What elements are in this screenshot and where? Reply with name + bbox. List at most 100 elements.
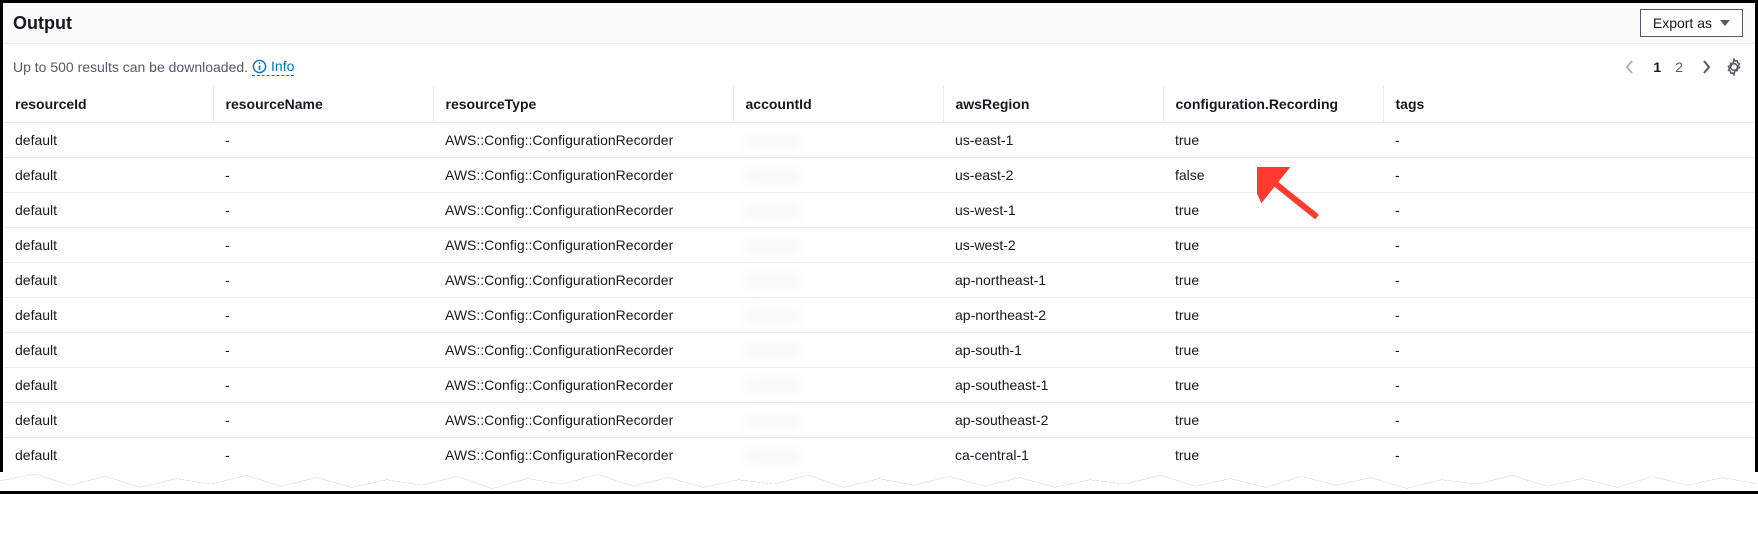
col-resourceName[interactable]: resourceName [213, 86, 433, 123]
cell-resourceId[interactable]: default [3, 368, 213, 403]
cell-resourceId[interactable]: default [3, 263, 213, 298]
col-awsRegion[interactable]: awsRegion [943, 86, 1163, 123]
next-page-button[interactable] [1697, 58, 1715, 76]
col-resourceType[interactable]: resourceType [433, 86, 733, 123]
cell-accountId: ············ [733, 228, 943, 263]
table-row: default-AWS::Config::ConfigurationRecord… [3, 193, 1755, 228]
info-icon [252, 59, 267, 74]
results-table: resourceId resourceName resourceType acc… [3, 86, 1755, 472]
cell-resourceType: AWS::Config::ConfigurationRecorder [433, 298, 733, 333]
chevron-left-icon [1625, 60, 1635, 74]
cell-configurationRecording: true [1163, 123, 1383, 158]
cell-configurationRecording: true [1163, 333, 1383, 368]
cell-resourceName: - [213, 368, 433, 403]
torn-edge [0, 472, 1758, 494]
cell-awsRegion: ap-south-1 [943, 333, 1163, 368]
cell-resourceId[interactable]: default [3, 403, 213, 438]
cell-resourceId[interactable]: default [3, 193, 213, 228]
cell-configurationRecording: true [1163, 438, 1383, 473]
cell-resourceName: - [213, 298, 433, 333]
table-row: default-AWS::Config::ConfigurationRecord… [3, 263, 1755, 298]
col-tags[interactable]: tags [1383, 86, 1755, 123]
cell-accountId: ············ [733, 333, 943, 368]
cell-resourceId[interactable]: default [3, 333, 213, 368]
cell-resourceId[interactable]: default [3, 123, 213, 158]
cell-accountId: ············ [733, 438, 943, 473]
cell-resourceId[interactable]: default [3, 298, 213, 333]
panel-header: Output Export as [3, 3, 1755, 44]
cell-configurationRecording: true [1163, 263, 1383, 298]
page-1[interactable]: 1 [1653, 59, 1661, 75]
chevron-right-icon [1701, 60, 1711, 74]
cell-accountId: ············ [733, 158, 943, 193]
cell-resourceId[interactable]: default [3, 228, 213, 263]
export-as-button[interactable]: Export as [1640, 9, 1743, 37]
cell-tags: - [1383, 158, 1755, 193]
cell-accountId: ············ [733, 298, 943, 333]
cell-accountId: ············ [733, 403, 943, 438]
col-configRecording[interactable]: configuration.Recording [1163, 86, 1383, 123]
cell-configurationRecording: true [1163, 228, 1383, 263]
table-row: default-AWS::Config::ConfigurationRecord… [3, 123, 1755, 158]
table-row: default-AWS::Config::ConfigurationRecord… [3, 403, 1755, 438]
cell-tags: - [1383, 263, 1755, 298]
cell-awsRegion: us-west-1 [943, 193, 1163, 228]
cell-resourceName: - [213, 228, 433, 263]
cell-resourceName: - [213, 123, 433, 158]
subheader-left: Up to 500 results can be downloaded. Inf… [13, 58, 294, 76]
cell-resourceName: - [213, 403, 433, 438]
panel-title: Output [13, 13, 72, 34]
gear-icon [1725, 58, 1743, 76]
table-row: default-AWS::Config::ConfigurationRecord… [3, 333, 1755, 368]
page-2[interactable]: 2 [1675, 59, 1683, 75]
table-row: default-AWS::Config::ConfigurationRecord… [3, 368, 1755, 403]
table-row: default-AWS::Config::ConfigurationRecord… [3, 158, 1755, 193]
subheader-right: 1 2 [1621, 58, 1743, 76]
cell-tags: - [1383, 403, 1755, 438]
cell-tags: - [1383, 228, 1755, 263]
cell-awsRegion: us-east-1 [943, 123, 1163, 158]
output-panel: Output Export as Up to 500 results can b… [0, 0, 1758, 472]
cell-awsRegion: ap-northeast-1 [943, 263, 1163, 298]
cell-configurationRecording: true [1163, 403, 1383, 438]
settings-button[interactable] [1725, 58, 1743, 76]
cell-resourceType: AWS::Config::ConfigurationRecorder [433, 438, 733, 473]
cell-resourceName: - [213, 158, 433, 193]
cell-awsRegion: us-east-2 [943, 158, 1163, 193]
table-row: default-AWS::Config::ConfigurationRecord… [3, 438, 1755, 473]
cell-accountId: ············ [733, 368, 943, 403]
cell-resourceId[interactable]: default [3, 438, 213, 473]
cell-awsRegion: ca-central-1 [943, 438, 1163, 473]
prev-page-button[interactable] [1621, 58, 1639, 76]
cell-resourceId[interactable]: default [3, 158, 213, 193]
subheader: Up to 500 results can be downloaded. Inf… [3, 44, 1755, 86]
table-body: default-AWS::Config::ConfigurationRecord… [3, 123, 1755, 473]
cell-resourceType: AWS::Config::ConfigurationRecorder [433, 403, 733, 438]
download-limit-text: Up to 500 results can be downloaded. [13, 59, 248, 75]
info-link[interactable]: Info [252, 58, 294, 76]
cell-configurationRecording: false [1163, 158, 1383, 193]
cell-tags: - [1383, 298, 1755, 333]
cell-tags: - [1383, 438, 1755, 473]
cell-resourceName: - [213, 263, 433, 298]
table-row: default-AWS::Config::ConfigurationRecord… [3, 228, 1755, 263]
cell-awsRegion: ap-southeast-2 [943, 403, 1163, 438]
cell-tags: - [1383, 333, 1755, 368]
cell-configurationRecording: true [1163, 193, 1383, 228]
col-resourceId[interactable]: resourceId [3, 86, 213, 123]
cell-accountId: ············ [733, 193, 943, 228]
cell-resourceName: - [213, 438, 433, 473]
cell-resourceType: AWS::Config::ConfigurationRecorder [433, 263, 733, 298]
cell-tags: - [1383, 368, 1755, 403]
pagination: 1 2 [1621, 58, 1715, 76]
cell-resourceType: AWS::Config::ConfigurationRecorder [433, 123, 733, 158]
cell-resourceType: AWS::Config::ConfigurationRecorder [433, 368, 733, 403]
cell-configurationRecording: true [1163, 368, 1383, 403]
cell-awsRegion: us-west-2 [943, 228, 1163, 263]
col-accountId[interactable]: accountId [733, 86, 943, 123]
info-label: Info [271, 58, 294, 74]
table-row: default-AWS::Config::ConfigurationRecord… [3, 298, 1755, 333]
cell-tags: - [1383, 193, 1755, 228]
cell-resourceName: - [213, 193, 433, 228]
cell-resourceType: AWS::Config::ConfigurationRecorder [433, 193, 733, 228]
